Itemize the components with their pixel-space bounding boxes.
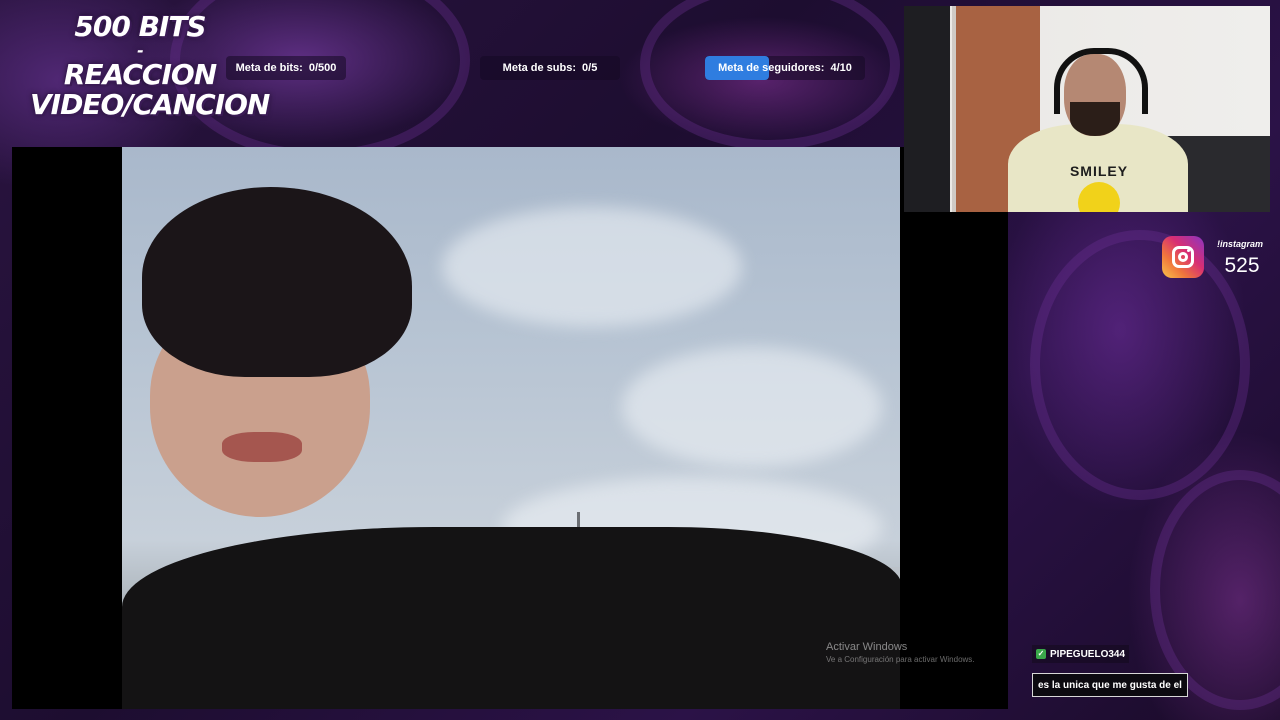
webcam-feed: SMILEY [904,6,1270,212]
webcam-shirt-text: SMILEY [1069,163,1129,179]
goal-subs-value: 0/5 [582,62,598,74]
goal-bits-label: Meta de bits: [235,62,303,74]
goal-followers-value: 4/10 [830,62,852,74]
chat-message: es la unica que me gusta de el [1032,673,1188,697]
video-person-body [122,527,900,709]
goal-followers-label: Meta de seguidores: [718,62,825,74]
goal-bits-value: 0/500 [308,62,337,74]
video-cloud [622,347,882,467]
instagram-icon [1162,236,1204,278]
title-line-video-cancion: VIDEO/CANCION [30,88,270,121]
video-cloud [442,207,742,327]
video-person-hair [142,187,412,377]
instagram-label: !instagram [1216,239,1263,249]
goal-bits: Meta de bits: 0/500 [226,56,346,80]
title-line-reaccion: REACCION [63,58,217,91]
check-badge-icon: ✓ [1036,649,1046,659]
goal-followers: Meta de seguidores: 4/10 [705,56,865,80]
instagram-count: 525 [1224,254,1260,277]
goal-subs-label: Meta de subs: [502,62,577,74]
windows-activation-title: Activar Windows [826,641,908,653]
chat-username-text: PIPEGUELO344 [1050,648,1126,660]
video-person-mouth [222,432,302,462]
webcam-shelf [904,6,950,212]
title-line-bits: 500 BITS [74,10,206,43]
goal-subs: Meta de subs: 0/5 [480,56,620,80]
windows-activation-subtitle: Ve a Configuración para activar Windows. [826,655,975,664]
video-content[interactable] [122,147,900,709]
chat-username: ✓ PIPEGUELO344 [1032,645,1130,663]
stream-title: 500 BITS - REACCION VIDEO/CANCION [30,10,270,121]
headset-icon [1054,48,1148,114]
